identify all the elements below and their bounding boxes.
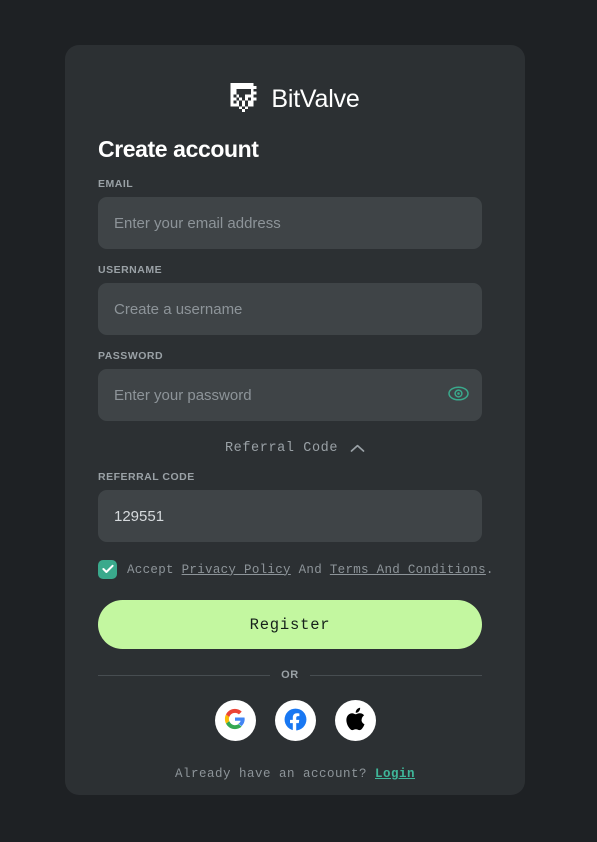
referral-code-toggle-label: Referral Code	[224, 441, 339, 456]
email-field-group: EMAIL	[98, 178, 482, 249]
referral-code-input-wrap	[98, 490, 482, 542]
checkmark-icon	[101, 561, 114, 579]
login-link[interactable]: Login	[375, 767, 415, 781]
accept-terms-checkbox[interactable]	[98, 560, 117, 579]
divider-line-right	[309, 674, 483, 676]
password-input-wrap	[98, 369, 482, 421]
facebook-icon	[283, 707, 308, 735]
google-icon	[224, 708, 246, 733]
accept-suffix: .	[485, 562, 494, 577]
brand-name: BitValve	[271, 84, 360, 113]
referral-code-label: REFERRAL CODE	[98, 471, 195, 483]
signup-page: BitValve Create account EMAIL USERNAME P…	[0, 0, 597, 842]
password-label: PASSWORD	[98, 350, 164, 362]
referral-code-toggle[interactable]: Referral Code	[65, 441, 525, 456]
password-input[interactable]	[98, 369, 482, 421]
password-field-group: PASSWORD	[98, 350, 482, 421]
accept-middle: And	[290, 562, 330, 577]
google-login-button[interactable]	[214, 700, 256, 741]
signup-card: BitValve Create account EMAIL USERNAME P…	[65, 45, 525, 795]
privacy-policy-link[interactable]: Privacy Policy	[182, 563, 291, 577]
email-label: EMAIL	[98, 178, 134, 190]
apple-icon	[345, 707, 366, 734]
accept-terms-row: Accept Privacy Policy And Terms And Cond…	[98, 560, 498, 579]
brand-header: BitValve	[65, 83, 525, 115]
facebook-login-button[interactable]	[274, 700, 316, 741]
chevron-up-icon	[350, 441, 365, 456]
page-title: Create account	[98, 136, 259, 162]
or-divider: OR	[98, 669, 483, 681]
login-prompt: Already have an account? Login	[65, 767, 525, 781]
eye-icon	[447, 386, 469, 404]
email-input[interactable]	[98, 197, 482, 249]
divider-label: OR	[281, 669, 299, 681]
toggle-password-visibility-button[interactable]	[447, 384, 469, 406]
register-button[interactable]: Register	[98, 600, 482, 649]
bitvalve-pixel-mark-icon	[230, 83, 260, 115]
terms-and-conditions-link[interactable]: Terms And Conditions	[330, 563, 486, 577]
apple-login-button[interactable]	[334, 700, 376, 741]
social-login-row	[65, 700, 525, 741]
login-prompt-text: Already have an account?	[174, 767, 375, 781]
username-input-wrap	[98, 283, 482, 335]
divider-line-left	[98, 674, 271, 676]
referral-code-input[interactable]	[98, 490, 482, 542]
username-label: USERNAME	[98, 264, 163, 276]
accept-terms-text: Accept Privacy Policy And Terms And Cond…	[127, 563, 494, 577]
username-field-group: USERNAME	[98, 264, 482, 335]
username-input[interactable]	[98, 283, 482, 335]
email-input-wrap	[98, 197, 482, 249]
accept-prefix: Accept	[127, 562, 182, 577]
referral-code-field-group: REFERRAL CODE	[98, 471, 482, 542]
